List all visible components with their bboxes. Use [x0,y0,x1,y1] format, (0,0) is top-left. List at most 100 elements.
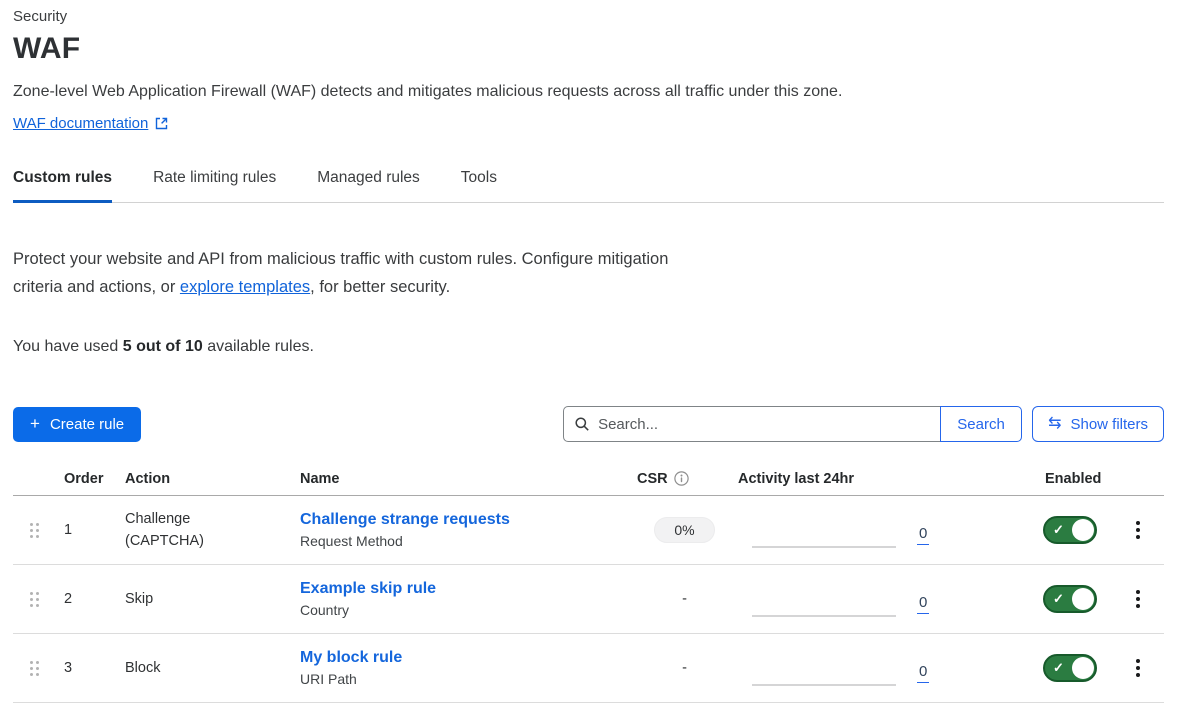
breadcrumb: Security [13,8,1164,25]
external-link-icon [155,117,168,130]
rule-enabled-cell: ✓ [1031,585,1111,613]
tab-bar: Custom rules Rate limiting rules Managed… [13,169,1164,203]
rule-activity-cell: 0 [738,634,1031,702]
enabled-toggle[interactable]: ✓ [1043,516,1097,544]
tab[interactable]: Rate limiting rules [153,169,276,203]
usage-after: available rules. [203,338,314,355]
name-column-header: Name [300,471,631,487]
show-filters-label: Show filters [1070,416,1148,433]
tab[interactable]: Managed rules [317,169,420,203]
activity-sparkline [752,546,896,548]
rule-name-link[interactable]: Example skip rule [300,580,631,598]
rule-activity-cell: 0 [738,496,1031,564]
info-icon[interactable] [674,471,689,486]
search-input[interactable] [598,416,930,433]
activity-column-header: Activity last 24hr [738,471,1031,487]
activity-sparkline [752,684,896,686]
rule-action-line2: (CAPTCHA) [125,533,204,549]
drag-handle[interactable] [30,592,39,607]
toggle-knob [1072,657,1094,679]
toggle-knob [1072,519,1094,541]
intro-line2-before: criteria and actions, or [13,278,180,296]
show-filters-button[interactable]: ⇆ Show filters [1032,406,1164,442]
drag-cell [13,523,57,538]
rule-activity-cell: 0 [738,565,1031,633]
rule-menu-cell [1111,655,1164,681]
usage-summary: You have used 5 out of 10 available rule… [13,338,1164,356]
rule-order: 1 [57,522,118,538]
rule-criteria: URI Path [300,671,631,687]
rule-menu-cell [1111,586,1164,612]
rule-criteria: Request Method [300,533,631,549]
rule-name-cell: My block rule URI Path [300,649,631,687]
drag-cell [13,661,57,676]
intro-line2-after: , for better security. [310,278,450,296]
rule-enabled-cell: ✓ [1031,516,1111,544]
page-header: Security WAF Zone-level Web Application … [13,8,1164,132]
kebab-menu-icon[interactable] [1128,517,1148,543]
table-row: 3 Block My block rule URI Path - 0 ✓ [13,634,1164,703]
kebab-menu-icon[interactable] [1128,655,1148,681]
table-header-row: Order Action Name CSR Activity last 24hr… [13,462,1164,496]
search-icon [574,416,590,432]
rule-name-link[interactable]: My block rule [300,649,631,667]
rule-csr-cell: - [631,591,738,607]
create-rule-label: Create rule [50,416,124,433]
drag-handle[interactable] [30,523,39,538]
enabled-column-header: Enabled [1031,471,1111,487]
rule-action-line1: Skip [125,591,153,607]
usage-count: 5 out of 10 [123,338,203,355]
search-area: Search ⇆ Show filters [563,406,1164,442]
check-icon: ✓ [1053,660,1064,676]
drag-handle[interactable] [30,661,39,676]
swap-arrows-icon: ⇆ [1048,416,1061,432]
check-icon: ✓ [1053,522,1064,538]
enabled-toggle[interactable]: ✓ [1043,585,1097,613]
order-column-header: Order [57,471,118,487]
plus-icon: + [30,414,40,434]
search-button[interactable]: Search [940,406,1022,442]
rule-action: Challenge (CAPTCHA) [118,508,300,552]
rule-action: Block [118,657,300,679]
toggle-knob [1072,588,1094,610]
doc-link-row: WAF documentation [13,115,1164,132]
tab[interactable]: Custom rules [13,169,112,203]
action-column-header: Action [118,471,300,487]
usage-before: You have used [13,338,123,355]
rule-csr-cell: 0% [631,517,738,543]
rule-action-line1: Challenge [125,511,190,527]
rule-action-line1: Block [125,660,160,676]
csr-header-label: CSR [637,471,668,487]
toolbar: + Create rule Search ⇆ Show filters [13,406,1164,442]
intro-line1: Protect your website and API from malici… [13,250,668,268]
table-row: 1 Challenge (CAPTCHA) Challenge strange … [13,496,1164,565]
search-box [563,406,941,442]
activity-count-link[interactable]: 0 [917,663,929,683]
kebab-menu-icon[interactable] [1128,586,1148,612]
waf-documentation-link[interactable]: WAF documentation [13,115,148,132]
activity-count-link[interactable]: 0 [917,525,929,545]
rule-order: 2 [57,591,118,607]
activity-sparkline [752,615,896,617]
rule-name-cell: Example skip rule Country [300,580,631,618]
create-rule-button[interactable]: + Create rule [13,407,141,442]
activity-count-link[interactable]: 0 [917,594,929,614]
table-row: 2 Skip Example skip rule Country - 0 ✓ [13,565,1164,634]
check-icon: ✓ [1053,591,1064,607]
rule-name-cell: Challenge strange requests Request Metho… [300,511,631,549]
csr-column-header: CSR [631,471,738,487]
intro-paragraph: Protect your website and API from malici… [13,245,1164,301]
rule-order: 3 [57,660,118,676]
rule-name-link[interactable]: Challenge strange requests [300,511,631,529]
rule-criteria: Country [300,602,631,618]
tab[interactable]: Tools [461,169,497,203]
rule-action: Skip [118,588,300,610]
enabled-toggle[interactable]: ✓ [1043,654,1097,682]
rule-menu-cell [1111,517,1164,543]
drag-cell [13,592,57,607]
rule-csr-value: 0% [654,517,714,543]
rule-csr-value: - [682,591,687,607]
explore-templates-link[interactable]: explore templates [180,278,310,296]
rule-enabled-cell: ✓ [1031,654,1111,682]
page-title: WAF [13,32,1164,66]
